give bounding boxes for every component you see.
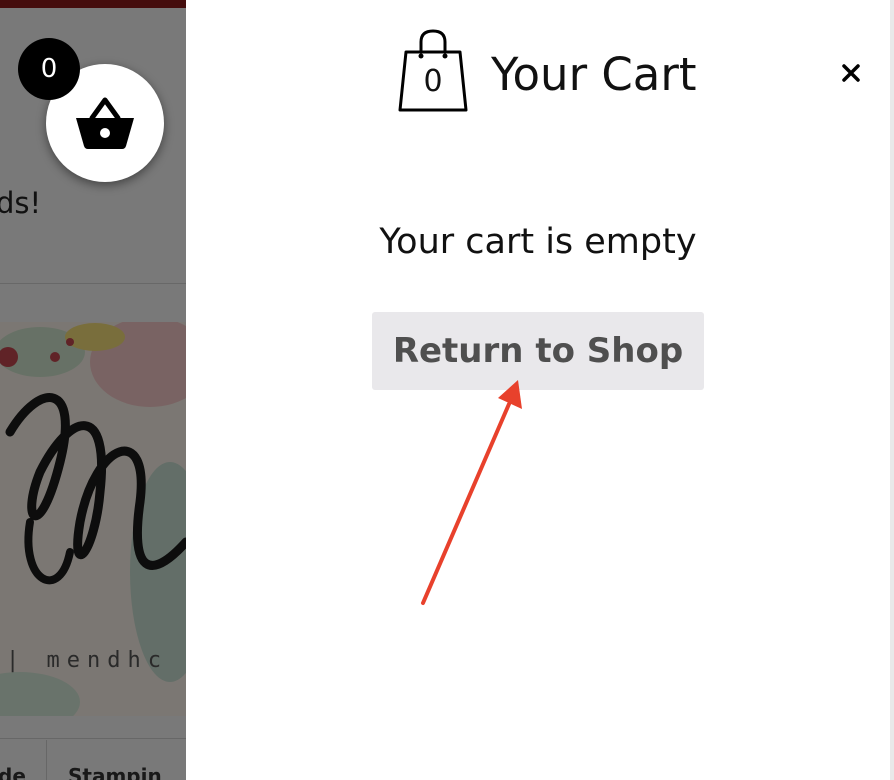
cart-header: 0 Your Cart (396, 28, 697, 114)
close-icon (842, 64, 860, 82)
cart-title: Your Cart (491, 48, 697, 101)
drawer-scroll-edge (890, 0, 894, 780)
close-cart-button[interactable] (836, 58, 866, 88)
basket-icon (76, 97, 134, 149)
return-to-shop-button[interactable]: Return to Shop (372, 312, 704, 390)
bag-count: 0 (423, 64, 443, 99)
cart-count-badge: 0 (18, 38, 80, 100)
cart-drawer: 0 Your Cart Your cart is empty Return to… (186, 0, 890, 780)
empty-cart-message: Your cart is empty (379, 222, 697, 262)
